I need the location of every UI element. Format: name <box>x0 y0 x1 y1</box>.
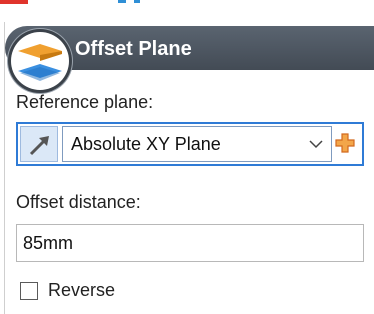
offset-distance-value: 85mm <box>23 233 74 253</box>
reference-plane-label: Reference plane: <box>16 92 154 112</box>
offset-distance-input[interactable]: 85mm <box>16 224 364 262</box>
top-strip <box>0 0 374 18</box>
reverse-checkbox[interactable] <box>20 282 38 300</box>
panel-title: Offset Plane <box>75 38 192 60</box>
offset-distance-label: Offset distance: <box>16 192 141 212</box>
chevron-down-icon <box>309 140 323 149</box>
reverse-label: Reverse <box>48 280 116 300</box>
stacked-planes-icon <box>11 32 69 90</box>
blue-accent <box>118 0 126 3</box>
reference-plane-row: Absolute XY Plane <box>16 122 364 166</box>
offset-plane-panel: Offset Plane <box>4 22 374 314</box>
reference-plane-value: Absolute XY Plane <box>71 134 221 154</box>
select-reference-button[interactable] <box>20 126 58 162</box>
reference-plane-dropdown[interactable]: Absolute XY Plane <box>62 126 332 162</box>
blue-accent-2 <box>134 0 140 3</box>
arrow-select-icon <box>29 136 49 156</box>
plus-icon[interactable] <box>334 132 356 154</box>
red-accent <box>0 0 28 4</box>
